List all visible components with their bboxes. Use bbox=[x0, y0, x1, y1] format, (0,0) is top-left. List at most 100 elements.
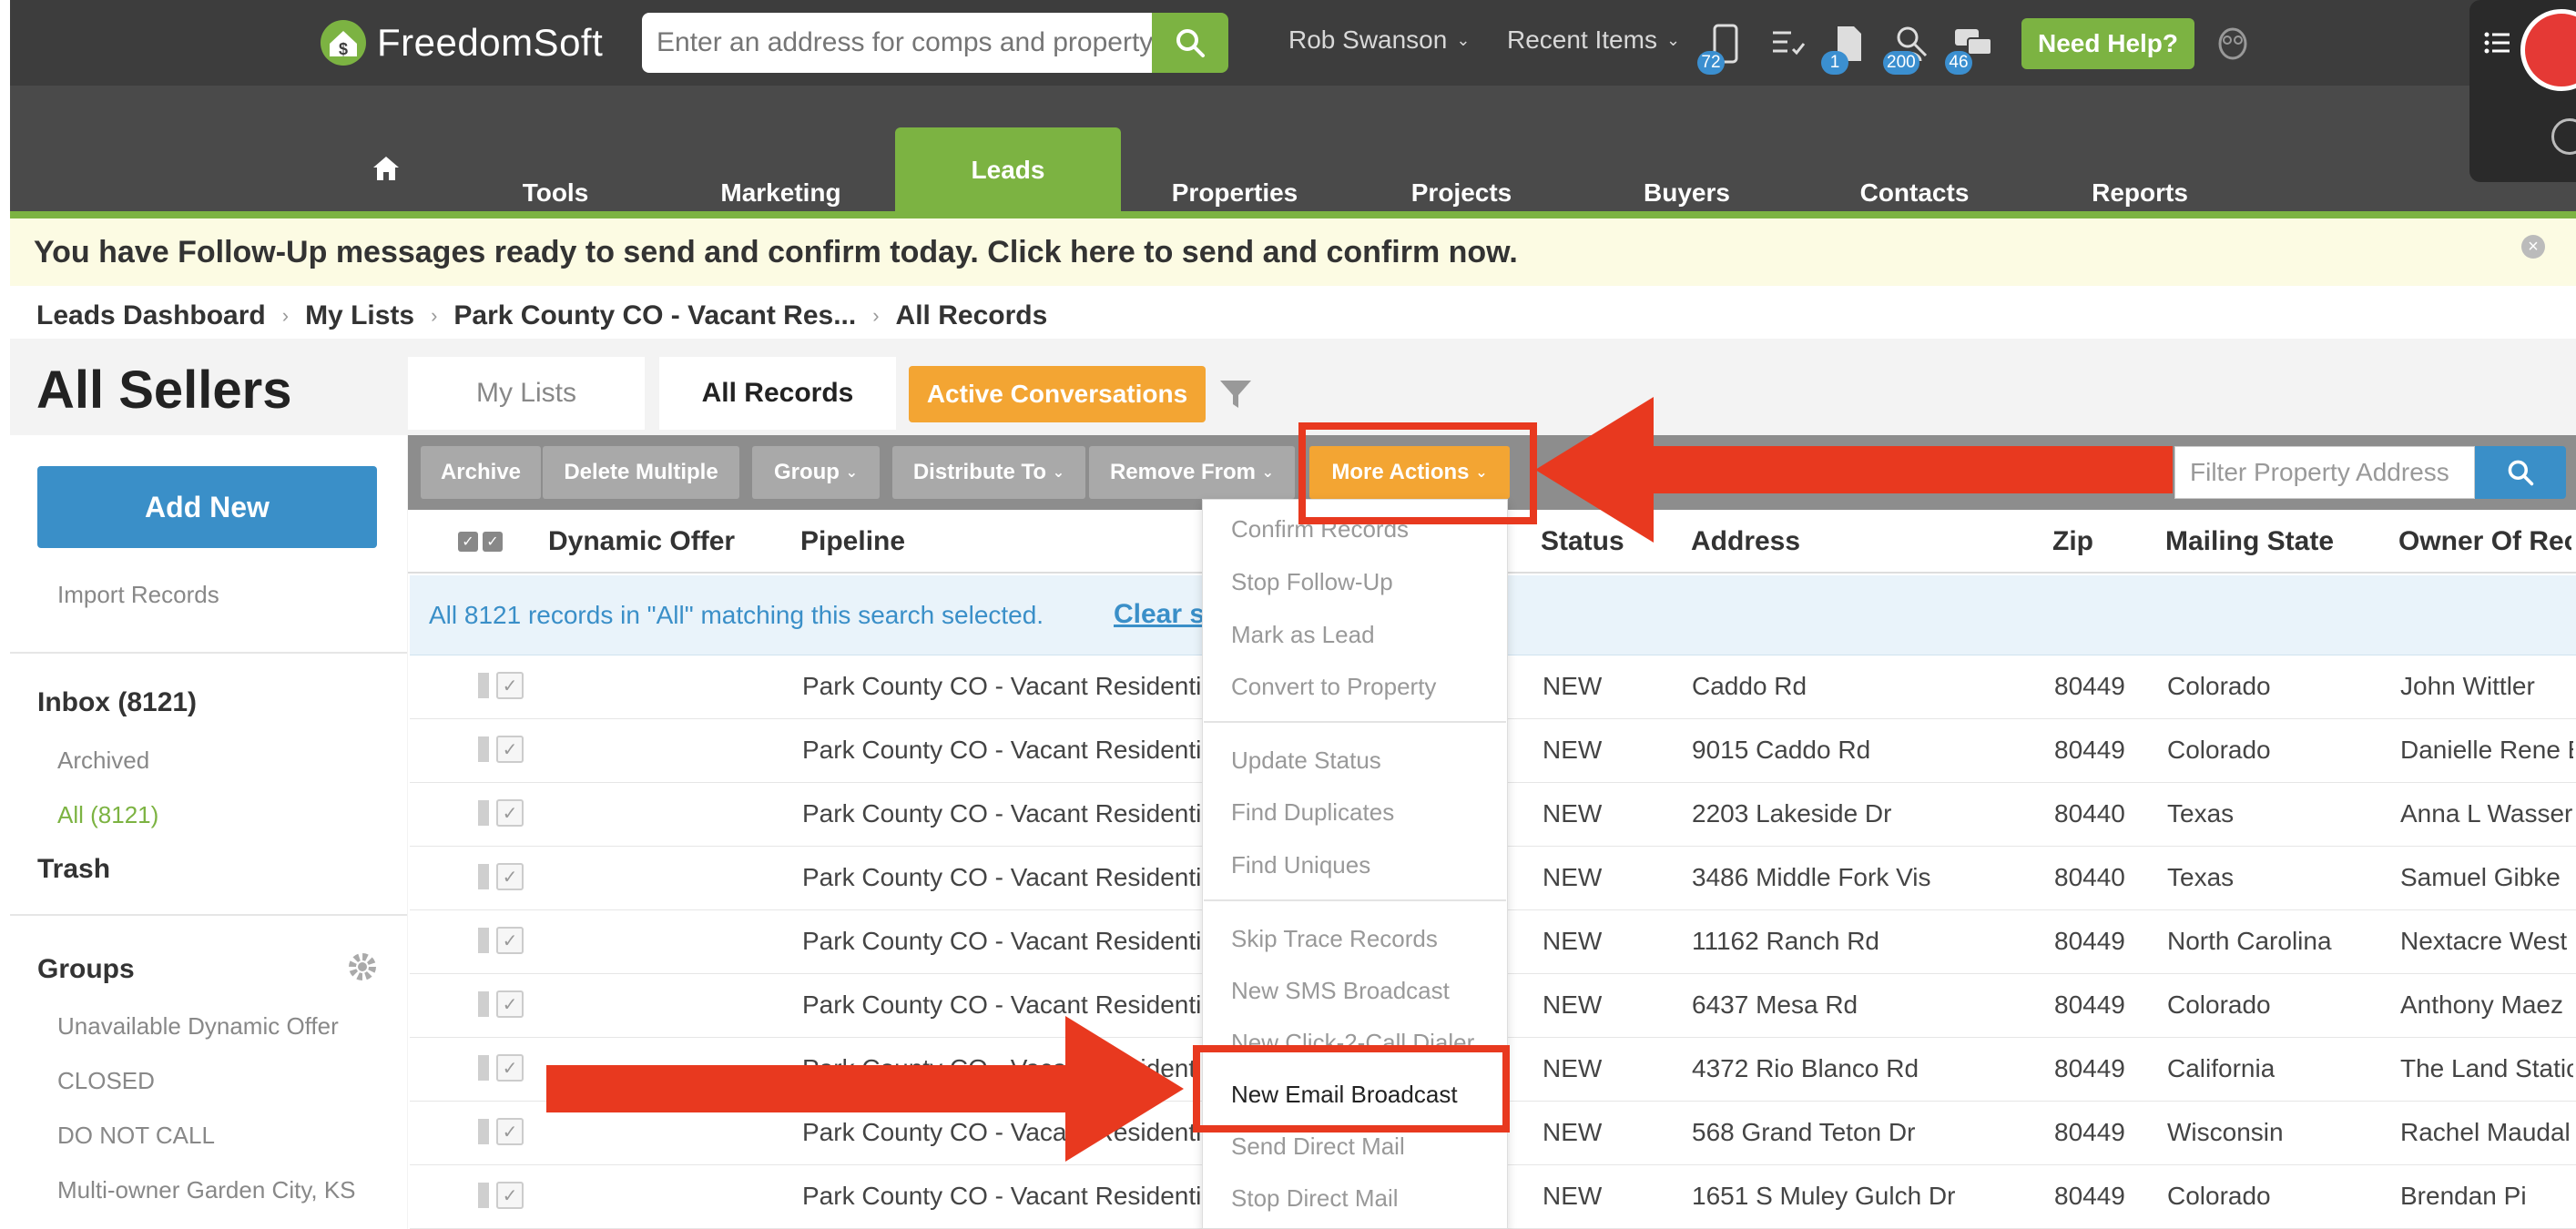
row-drag-handle[interactable] bbox=[478, 1055, 489, 1081]
sidebar-item-all[interactable]: All (8121) bbox=[57, 801, 158, 829]
nav-reports[interactable]: Reports bbox=[2067, 86, 2213, 213]
cell-address[interactable]: 568 Grand Teton Dr bbox=[1692, 1118, 1915, 1147]
cell-address[interactable]: 11162 Ranch Rd bbox=[1692, 927, 1879, 956]
col-owner[interactable]: Owner Of Record bbox=[2398, 526, 2571, 557]
row-drag-handle[interactable] bbox=[478, 673, 489, 698]
select-all-checkbox[interactable]: ✓ bbox=[458, 532, 478, 552]
filter-search-button[interactable] bbox=[2475, 446, 2566, 499]
need-help-button[interactable]: Need Help? bbox=[2021, 18, 2194, 69]
cell-address[interactable]: 1651 S Muley Gulch Dr bbox=[1692, 1182, 1955, 1211]
sidebar-inbox[interactable]: Inbox (8121) bbox=[37, 687, 197, 718]
owl-icon[interactable] bbox=[2215, 24, 2251, 65]
remove-from-label: Remove From bbox=[1109, 460, 1256, 484]
delete-multiple-button[interactable]: Delete Multiple bbox=[543, 446, 739, 499]
cell-owner: Danielle Rene Edwards bbox=[2400, 736, 2573, 764]
recent-items-menu[interactable]: Recent Items ⌄ bbox=[1507, 25, 1680, 55]
nav-contacts[interactable]: Contacts bbox=[1839, 86, 1990, 213]
search-button[interactable] bbox=[1152, 13, 1228, 73]
row-drag-handle[interactable] bbox=[478, 736, 489, 762]
close-icon[interactable]: × bbox=[2521, 235, 2545, 259]
filter-property-address-input[interactable]: Filter Property Address bbox=[2174, 446, 2475, 499]
tab-active-conversations[interactable]: Active Conversations bbox=[909, 366, 1206, 422]
row-drag-handle[interactable] bbox=[478, 800, 489, 826]
gear-icon[interactable] bbox=[346, 950, 379, 988]
menu-item-find-uniques[interactable]: Find Uniques bbox=[1231, 851, 1370, 879]
document-icon[interactable]: 1 bbox=[1821, 18, 1872, 75]
row-checkbox[interactable]: ✓ bbox=[496, 990, 524, 1018]
cell-state: Colorado bbox=[2167, 990, 2271, 1019]
sidebar-trash[interactable]: Trash bbox=[37, 854, 110, 885]
group-item[interactable]: Multi-owner Garden City, KS bbox=[57, 1176, 356, 1204]
nav-projects[interactable]: Projects bbox=[1389, 86, 1534, 213]
cell-address[interactable]: 3486 Middle Fork Vis bbox=[1692, 863, 1931, 892]
address-search-input[interactable] bbox=[657, 27, 1152, 58]
menu-item-new-sms-broadcast[interactable]: New SMS Broadcast bbox=[1231, 977, 1450, 1005]
home-icon[interactable] bbox=[372, 155, 401, 187]
row-checkbox[interactable]: ✓ bbox=[496, 799, 524, 827]
group-item[interactable]: CLOSED bbox=[57, 1067, 155, 1095]
sidebar-item-archived[interactable]: Archived bbox=[57, 747, 149, 775]
logo[interactable]: $ FreedomSoft bbox=[319, 16, 603, 69]
row-checkbox[interactable]: ✓ bbox=[496, 1118, 524, 1145]
breadcrumb-list[interactable]: Park County CO - Vacant Res... bbox=[453, 300, 856, 331]
filter-funnel-icon[interactable] bbox=[1218, 377, 1253, 416]
checklist-icon[interactable] bbox=[1765, 18, 1810, 69]
breadcrumb-current: All Records bbox=[895, 300, 1048, 330]
nav-properties[interactable]: Properties bbox=[1156, 86, 1313, 213]
row-drag-handle[interactable] bbox=[478, 928, 489, 953]
menu-item-stop-follow-up[interactable]: Stop Follow-Up bbox=[1231, 568, 1393, 596]
nav-buyers[interactable]: Buyers bbox=[1616, 86, 1757, 213]
address-search[interactable] bbox=[642, 13, 1152, 73]
cell-address[interactable]: Caddo Rd bbox=[1692, 672, 1807, 701]
menu-item-stop-direct-mail[interactable]: Stop Direct Mail bbox=[1231, 1184, 1399, 1213]
cell-address[interactable]: 2203 Lakeside Dr bbox=[1692, 799, 1891, 828]
row-drag-handle[interactable] bbox=[478, 1183, 489, 1208]
tab-my-lists[interactable]: My Lists bbox=[408, 357, 645, 430]
col-dynamic-offer[interactable]: Dynamic Offer bbox=[548, 526, 735, 557]
archive-button[interactable]: Archive bbox=[421, 446, 541, 499]
row-drag-handle[interactable] bbox=[478, 864, 489, 889]
row-checkbox[interactable]: ✓ bbox=[496, 1054, 524, 1082]
menu-item-update-status[interactable]: Update Status bbox=[1231, 747, 1381, 775]
menu-item-skip-trace[interactable]: Skip Trace Records bbox=[1231, 925, 1438, 953]
group-item[interactable]: Unavailable Dynamic Offer bbox=[57, 1012, 339, 1041]
group-dropdown[interactable]: Group ⌄ bbox=[752, 446, 880, 499]
menu-item-mark-as-lead[interactable]: Mark as Lead bbox=[1231, 621, 1375, 649]
row-checkbox[interactable]: ✓ bbox=[496, 927, 524, 954]
row-checkbox[interactable]: ✓ bbox=[496, 863, 524, 890]
row-checkbox[interactable]: ✓ bbox=[496, 736, 524, 763]
phone-icon[interactable]: 72 bbox=[1697, 18, 1748, 75]
nav-leads[interactable]: Leads bbox=[895, 127, 1121, 213]
breadcrumb-my-lists[interactable]: My Lists bbox=[305, 300, 414, 331]
row-checkbox[interactable]: ✓ bbox=[496, 1182, 524, 1209]
import-records-link[interactable]: Import Records bbox=[57, 581, 219, 609]
col-mailing-state[interactable]: Mailing State bbox=[2165, 526, 2334, 557]
person-search-icon[interactable]: 200 bbox=[1883, 18, 1934, 75]
select-all-checkbox[interactable]: ✓ bbox=[483, 532, 503, 552]
edit-icon[interactable] bbox=[2551, 118, 2576, 155]
menu-item-send-direct-mail[interactable]: Send Direct Mail bbox=[1231, 1133, 1405, 1161]
record-button[interactable] bbox=[2520, 9, 2576, 91]
user-menu[interactable]: Rob Swanson ⌄ bbox=[1288, 25, 1470, 55]
distribute-to-dropdown[interactable]: Distribute To ⌄ bbox=[892, 446, 1085, 499]
group-item[interactable]: DO NOT CALL bbox=[57, 1122, 215, 1150]
row-checkbox[interactable]: ✓ bbox=[496, 672, 524, 699]
menu-item-find-duplicates[interactable]: Find Duplicates bbox=[1231, 798, 1394, 827]
list-icon[interactable] bbox=[2484, 31, 2511, 59]
add-new-button[interactable]: Add New bbox=[37, 466, 377, 548]
chat-icon[interactable]: 46 bbox=[1945, 18, 1996, 75]
menu-item-convert-to-property[interactable]: Convert to Property bbox=[1231, 673, 1436, 701]
row-drag-handle[interactable] bbox=[478, 991, 489, 1017]
remove-from-dropdown[interactable]: Remove From ⌄ bbox=[1089, 446, 1295, 499]
cell-address[interactable]: 9015 Caddo Rd bbox=[1692, 736, 1870, 765]
row-drag-handle[interactable] bbox=[478, 1119, 489, 1144]
nav-marketing[interactable]: Marketing bbox=[701, 86, 860, 213]
follow-up-notice[interactable]: You have Follow-Up messages ready to sen… bbox=[10, 218, 2576, 286]
nav-tools[interactable]: Tools bbox=[492, 86, 619, 213]
breadcrumb-leads-dashboard[interactable]: Leads Dashboard bbox=[36, 300, 266, 331]
cell-address[interactable]: 6437 Mesa Rd bbox=[1692, 990, 1858, 1020]
cell-address[interactable]: 4372 Rio Blanco Rd bbox=[1692, 1054, 1919, 1083]
page-title: All Sellers bbox=[36, 361, 292, 420]
col-pipeline[interactable]: Pipeline bbox=[800, 526, 905, 557]
tab-all-records[interactable]: All Records bbox=[659, 357, 896, 430]
